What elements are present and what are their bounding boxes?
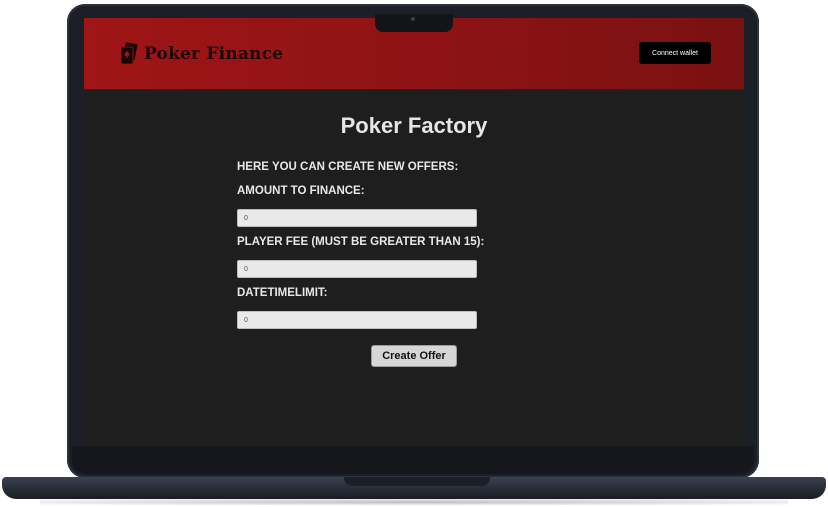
camera-icon [411,17,415,21]
datetime-limit-label: DATETIMELIMIT: [237,287,328,299]
laptop-chin [72,446,754,474]
amount-input[interactable] [237,209,477,227]
laptop-shadow [40,499,788,505]
page-title: Poker Factory [340,113,488,138]
brand-name: Poker Finance [144,44,284,64]
laptop-base-notch [344,477,490,486]
datetime-limit-input[interactable] [237,311,477,329]
player-fee-label: PLAYER FEE (MUST BE GREATER THAN 15): [237,236,485,248]
poker-cards-icon [120,42,138,65]
create-offer-button[interactable]: Create Offer [371,345,457,367]
app-screen: Poker Finance Connect wallet Poker Facto… [84,18,744,446]
form-intro: HERE YOU CAN CREATE NEW OFFERS: [237,161,459,173]
camera-notch [375,14,453,32]
connect-wallet-button[interactable]: Connect wallet [639,42,711,64]
amount-label: AMOUNT TO FINANCE: [237,185,365,197]
laptop-base [2,477,826,499]
brand-logo[interactable]: Poker Finance [120,40,283,68]
player-fee-input[interactable] [237,260,477,278]
